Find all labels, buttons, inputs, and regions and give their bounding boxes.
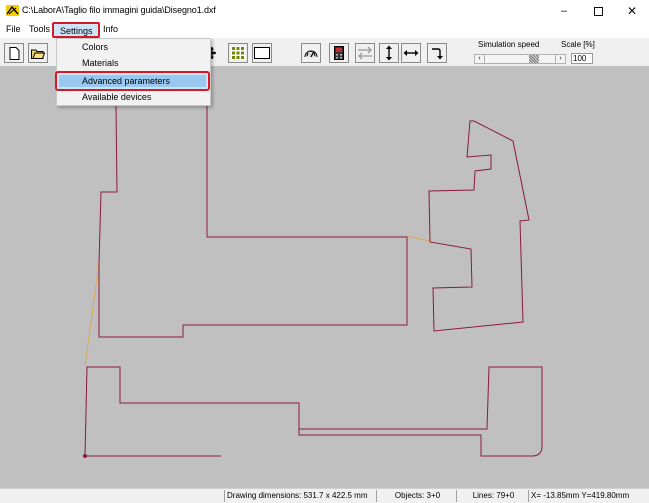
vertical-arrow-icon bbox=[386, 45, 392, 61]
rectangle-button[interactable] bbox=[252, 43, 272, 63]
device-icon bbox=[334, 46, 344, 60]
slider-thumb[interactable] bbox=[529, 55, 539, 63]
menu-settings[interactable]: Settings bbox=[52, 22, 100, 38]
open-folder-icon bbox=[31, 49, 45, 59]
status-drawing-dimensions: Drawing dimensions: 531.7 x 422.5 mm bbox=[224, 490, 376, 502]
menu-item-available-devices[interactable]: Available devices bbox=[82, 92, 151, 102]
maximize-icon bbox=[593, 6, 603, 16]
minimize-button[interactable]: – bbox=[547, 0, 581, 22]
scale-input[interactable]: 100 bbox=[571, 53, 593, 64]
drawing-canvas[interactable] bbox=[0, 66, 649, 488]
speed-gauge-button[interactable] bbox=[301, 43, 321, 63]
menu-file[interactable]: File bbox=[6, 24, 21, 34]
menu-item-advanced-parameters-label: Advanced parameters bbox=[82, 76, 171, 86]
simulation-speed-label: Simulation speed bbox=[478, 40, 540, 49]
cut-path-right bbox=[428, 120, 530, 332]
horizontal-arrow-icon bbox=[403, 50, 419, 56]
simulation-speed-slider[interactable]: ‹ › bbox=[474, 54, 566, 64]
maximize-button[interactable] bbox=[581, 0, 615, 22]
window-title: C:\LaborA\Taglio filo immagini guida\Dis… bbox=[22, 5, 216, 15]
title-bar: C:\LaborA\Taglio filo immagini guida\Dis… bbox=[0, 0, 649, 22]
menu-bar: File Tools Settings Info bbox=[0, 22, 649, 38]
close-icon: ✕ bbox=[626, 4, 638, 18]
slider-left-arrow-icon[interactable]: ‹ bbox=[475, 55, 485, 63]
menu-info[interactable]: Info bbox=[103, 24, 118, 34]
settings-dropdown-menu: Colors Materials Advanced parameters Ava… bbox=[55, 38, 211, 106]
menu-settings-label: Settings bbox=[60, 26, 93, 36]
status-objects: Objects: 3+0 bbox=[376, 490, 456, 502]
cut-path-left bbox=[98, 105, 408, 338]
speed-gauge-icon bbox=[304, 50, 318, 58]
turn-arrow-icon bbox=[432, 48, 443, 60]
scale-label: Scale [%] bbox=[561, 40, 595, 49]
menu-tools[interactable]: Tools bbox=[29, 24, 50, 34]
swap-direction-icon bbox=[358, 46, 372, 60]
rotate-button[interactable] bbox=[427, 43, 447, 63]
open-folder-button[interactable] bbox=[28, 43, 48, 63]
drawing-svg bbox=[83, 105, 543, 458]
horizontal-flip-button[interactable] bbox=[401, 43, 421, 63]
cut-path-bottom bbox=[84, 366, 543, 457]
device-button[interactable] bbox=[329, 43, 349, 63]
rectangle-icon bbox=[254, 47, 270, 59]
menu-item-colors[interactable]: Colors bbox=[82, 42, 108, 52]
swap-direction-button[interactable] bbox=[355, 43, 375, 63]
new-file-button[interactable] bbox=[4, 43, 24, 63]
slider-right-arrow-icon[interactable]: › bbox=[555, 55, 565, 63]
app-logo-icon bbox=[6, 5, 19, 16]
status-coordinates: X= -13.85mm Y=419.80mm bbox=[528, 490, 649, 502]
new-file-icon bbox=[9, 46, 19, 60]
status-bar: Drawing dimensions: 531.7 x 422.5 mm Obj… bbox=[0, 488, 649, 503]
grid-button[interactable] bbox=[228, 43, 248, 63]
minimize-icon: – bbox=[560, 5, 568, 17]
menu-item-advanced-parameters[interactable]: Advanced parameters bbox=[55, 71, 210, 91]
grid-icon bbox=[231, 46, 245, 60]
status-lines: Lines: 79+0 bbox=[456, 490, 528, 502]
close-button[interactable]: ✕ bbox=[615, 0, 649, 22]
start-point-marker bbox=[83, 454, 87, 458]
menu-item-materials[interactable]: Materials bbox=[82, 58, 119, 68]
vertical-flip-button[interactable] bbox=[379, 43, 399, 63]
travel-path bbox=[406, 235, 431, 242]
travel-path bbox=[84, 262, 100, 367]
